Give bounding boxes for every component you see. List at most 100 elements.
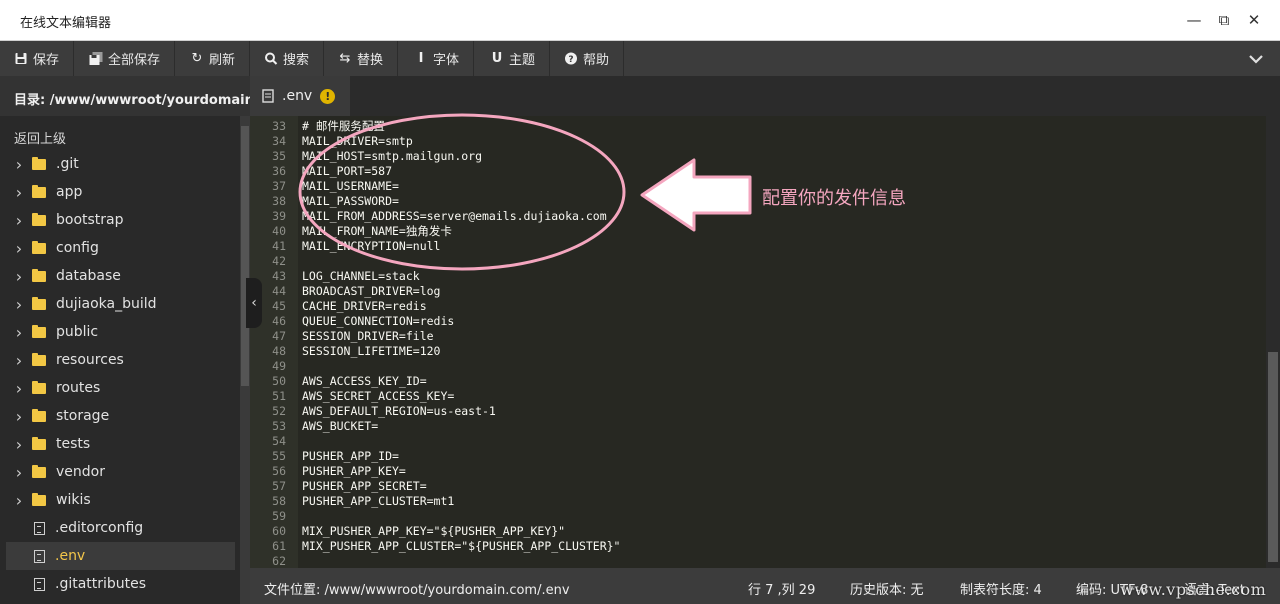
sidebar-scrollbar[interactable] [240,116,250,604]
line-text[interactable]: AWS_SECRET_ACCESS_KEY= [302,389,454,404]
tree-folder-item[interactable]: › storage [0,402,240,430]
line-text[interactable]: MIX_PUSHER_APP_CLUSTER="${PUSHER_APP_CLU… [302,539,621,554]
tree-file-item[interactable]: .gitattributes [0,570,240,598]
tree-folder-item[interactable]: › app [0,178,240,206]
folder-icon [32,240,46,254]
line-text[interactable]: MAIL_USERNAME= [302,179,399,194]
line-text[interactable]: MAIL_FROM_NAME=独角发卡 [302,224,452,239]
chevron-right-icon[interactable]: › [0,351,24,370]
tree-item-label: routes [56,380,101,396]
font-button[interactable]: I 字体 [400,41,475,76]
help-button[interactable]: ? 帮助 [550,41,625,76]
tab-env[interactable]: .env ! [250,76,350,116]
line-text[interactable]: AWS_ACCESS_KEY_ID= [302,374,427,389]
line-text[interactable]: MAIL_ENCRYPTION=null [302,239,440,254]
refresh-label: 刷新 [209,53,236,68]
editor-scrollbar-thumb[interactable] [1268,352,1278,562]
line-text[interactable]: PUSHER_APP_ID= [302,449,399,464]
tree-item-label: config [56,240,99,256]
chevron-right-icon[interactable]: › [0,491,24,510]
theme-button[interactable]: U 主题 [476,41,551,76]
theme-label: 主题 [509,53,536,68]
status-tab-size[interactable]: 制表符长度: 4 [960,579,1042,598]
chevron-right-icon[interactable]: › [0,463,24,482]
tree-folder-item[interactable]: › config [0,234,240,262]
line-number: 48 [272,344,286,358]
folder-icon [32,352,46,366]
tree-folder-item[interactable]: › tests [0,430,240,458]
replace-button[interactable]: ⇆ 替换 [324,41,399,76]
chevron-right-icon[interactable]: › [0,407,24,426]
line-text[interactable]: PUSHER_APP_SECRET= [302,479,427,494]
chevron-right-icon[interactable]: › [0,379,24,398]
line-text[interactable]: # 邮件服务配置 [302,119,385,134]
line-number: 62 [272,554,286,568]
toolbar: 保存 全部保存 ↻ 刷新 搜索 ⇆ 替换 I 字体 U 主题 ? 帮助 [0,41,1280,76]
line-text[interactable]: PUSHER_APP_CLUSTER=mt1 [302,494,454,509]
directory-path: 目录: /www/wwwroot/yourdomain.... [0,76,250,116]
chevron-right-icon[interactable]: › [0,155,24,174]
line-text[interactable]: MAIL_DRIVER=smtp [302,134,413,149]
sidebar-collapse-button[interactable]: ‹ [246,278,262,328]
tree-file-item[interactable]: .env [6,542,235,570]
replace-label: 替换 [357,53,384,68]
line-text[interactable]: CACHE_DRIVER=redis [302,299,427,314]
chevron-right-icon[interactable]: › [0,183,24,202]
line-number: 58 [272,494,286,508]
tree-folder-item[interactable]: › public [0,318,240,346]
tree-folder-item[interactable]: › dujiaoka_build [0,290,240,318]
line-text[interactable]: MAIL_PASSWORD= [302,194,399,209]
line-text[interactable]: AWS_BUCKET= [302,419,378,434]
folder-icon [32,380,46,394]
status-history[interactable]: 历史版本: 无 [850,579,924,598]
line-number: 53 [272,419,286,433]
tree-file-item[interactable]: .editorconfig [0,514,240,542]
line-text[interactable]: MAIL_PORT=587 [302,164,392,179]
line-text[interactable]: MAIL_FROM_ADDRESS=server@emails.dujiaoka… [302,209,607,224]
folder-icon [32,184,46,198]
save-all-label: 全部保存 [108,53,161,68]
tree-folder-item[interactable]: › bootstrap [0,206,240,234]
line-number: 38 [272,194,286,208]
maximize-icon[interactable]: ⧉ [1216,12,1232,28]
tree-folder-item[interactable]: › .git [0,150,240,178]
chevron-right-icon[interactable]: › [0,435,24,454]
chevron-right-icon[interactable]: › [0,211,24,230]
editor-scrollbar[interactable] [1266,116,1280,568]
line-text[interactable]: LOG_CHANNEL=stack [302,269,420,284]
chevron-right-icon[interactable]: › [0,323,24,342]
close-icon[interactable]: ✕ [1246,12,1262,28]
save-button[interactable]: 保存 [0,41,75,76]
go-up-link[interactable]: 返回上级 [14,128,66,147]
chevron-right-icon[interactable]: › [0,295,24,314]
tree-folder-item[interactable]: › wikis [0,486,240,514]
watermark: www.vpsche.com [1120,580,1267,599]
tree-item-label: bootstrap [56,212,124,228]
sidebar-scrollbar-thumb[interactable] [241,126,249,386]
tree-folder-item[interactable]: › vendor [0,458,240,486]
chevron-right-icon[interactable]: › [0,267,24,286]
refresh-button[interactable]: ↻ 刷新 [176,41,251,76]
line-text[interactable]: PUSHER_APP_KEY= [302,464,406,479]
tree-folder-item[interactable]: › resources [0,346,240,374]
line-number: 52 [272,404,286,418]
minimize-icon[interactable]: — [1186,12,1202,28]
tree-folder-item[interactable]: › routes [0,374,240,402]
save-all-button[interactable]: 全部保存 [75,41,176,76]
chevron-right-icon[interactable]: › [0,239,24,258]
search-button[interactable]: 搜索 [250,41,325,76]
line-text[interactable]: MAIL_HOST=smtp.mailgun.org [302,149,482,164]
line-text[interactable]: AWS_DEFAULT_REGION=us-east-1 [302,404,496,419]
toolbar-collapse-button[interactable] [1232,41,1280,76]
line-text[interactable]: BROADCAST_DRIVER=log [302,284,440,299]
line-text[interactable]: SESSION_DRIVER=file [302,329,434,344]
line-text[interactable]: SESSION_LIFETIME=120 [302,344,440,359]
search-label: 搜索 [283,53,310,68]
code-editor[interactable]: 33 # 邮件服务配置 34 MAIL_DRIVER=smtp 35 MAIL_HOST=… [250,116,1266,568]
line-text[interactable]: MIX_PUSHER_APP_KEY="${PUSHER_APP_KEY}" [302,524,565,539]
line-text[interactable]: QUEUE_CONNECTION=redis [302,314,454,329]
tree-folder-item[interactable]: › database [0,262,240,290]
unsaved-warning-icon: ! [320,88,336,104]
line-number: 55 [272,449,286,463]
line-number: 41 [272,239,286,253]
